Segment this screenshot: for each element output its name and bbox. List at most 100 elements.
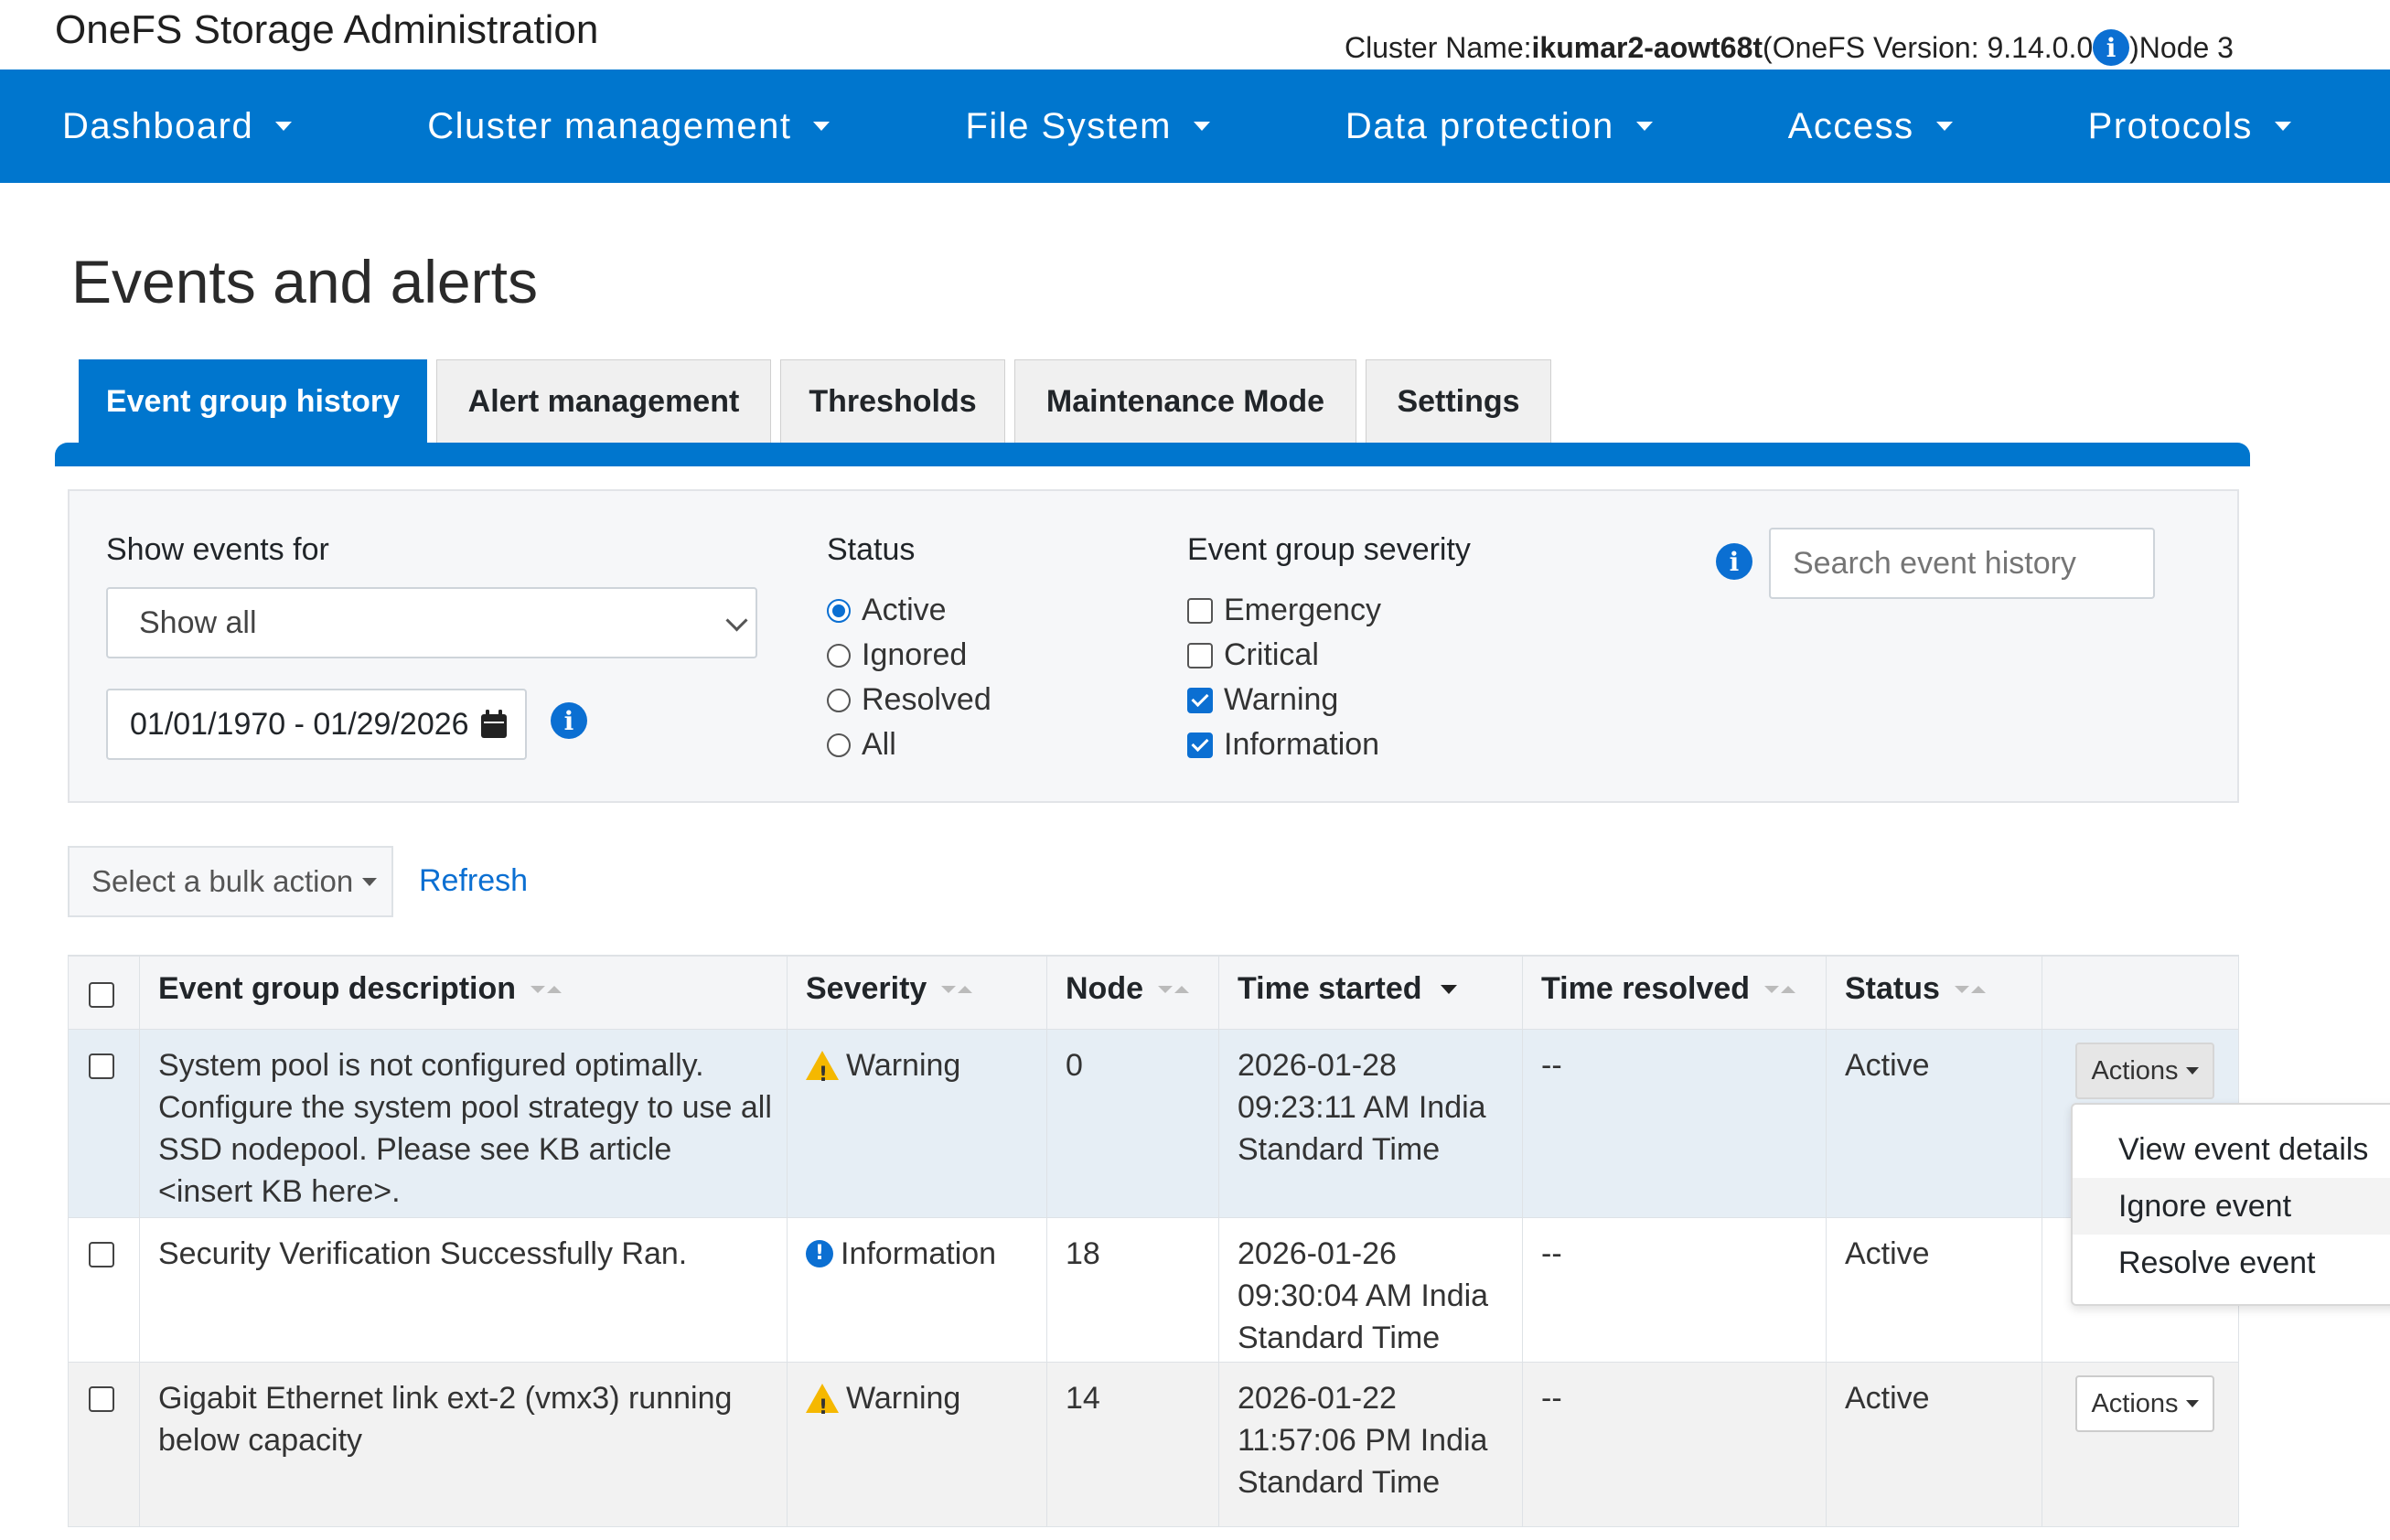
col-time-started[interactable]: Time started — [1238, 971, 1457, 1007]
option-label: All — [862, 727, 896, 762]
col-time-resolved[interactable]: Time resolved — [1541, 971, 1796, 1007]
status-cell: Active — [1845, 1236, 1930, 1271]
severity-critical-option[interactable]: Critical — [1187, 633, 1381, 678]
caret-down-icon — [813, 122, 831, 131]
col-status[interactable]: Status — [1845, 971, 1986, 1007]
nav-protocols[interactable]: Protocols — [2088, 106, 2291, 147]
radio-button[interactable] — [827, 598, 851, 623]
actions-label: Actions — [2091, 1388, 2179, 1418]
status-resolved-option[interactable]: Resolved — [827, 678, 991, 722]
row-checkbox[interactable] — [89, 1386, 114, 1412]
column-label: Time resolved — [1541, 971, 1751, 1006]
severity-cell: Warning — [806, 1377, 1032, 1429]
menu-view-event-details[interactable]: View event details — [2073, 1121, 2390, 1178]
severity-cell: ! Information — [806, 1233, 1032, 1275]
table-row[interactable]: Security Verification Successfully Ran. … — [68, 1218, 2239, 1363]
bulk-action-label: Select a bulk action — [91, 864, 354, 898]
row-checkbox[interactable] — [89, 1242, 114, 1267]
checkbox[interactable] — [1187, 732, 1213, 758]
option-label: Warning — [1224, 682, 1339, 717]
nav-label: Data protection — [1345, 105, 1614, 146]
status-all-option[interactable]: All — [827, 722, 991, 767]
date-range-input[interactable]: 01/01/1970 - 01/29/2026 — [106, 689, 527, 760]
nav-file-system[interactable]: File System — [965, 106, 1210, 147]
actions-label: Actions — [2091, 1055, 2179, 1085]
menu-resolve-event[interactable]: Resolve event — [2073, 1235, 2390, 1291]
cluster-info: Cluster Name: ikumar2-aowt68t (OneFS Ver… — [1345, 29, 2234, 66]
checkbox[interactable] — [1187, 597, 1213, 624]
node-cell: 18 — [1066, 1236, 1100, 1271]
checkbox[interactable] — [1187, 687, 1213, 713]
nav-dashboard[interactable]: Dashboard — [62, 105, 293, 147]
col-description[interactable]: Event group description — [158, 971, 563, 1007]
menu-ignore-event[interactable]: Ignore event — [2073, 1178, 2390, 1235]
sort-icon — [531, 985, 563, 993]
option-label: Emergency — [1224, 593, 1381, 627]
time-resolved-cell: -- — [1541, 1381, 1562, 1416]
sort-icon — [1954, 985, 1986, 993]
severity-text: Warning — [846, 1381, 961, 1416]
option-label: Resolved — [862, 682, 991, 717]
severity-emergency-option[interactable]: Emergency — [1187, 588, 1381, 633]
nav-cluster-management[interactable]: Cluster management — [427, 106, 831, 147]
option-label: Ignored — [862, 637, 968, 672]
actions-dropdown-menu: View event details Ignore event Resolve … — [2071, 1103, 2390, 1306]
col-severity[interactable]: Severity — [806, 971, 973, 1007]
tab-settings[interactable]: Settings — [1366, 359, 1551, 444]
show-events-select[interactable]: Show all — [106, 587, 757, 658]
column-label: Status — [1845, 971, 1940, 1006]
actions-button[interactable]: Actions — [2075, 1375, 2214, 1432]
event-history-table: Event group description Severity Node Ti… — [68, 955, 2239, 1540]
sort-icon — [1764, 985, 1796, 993]
date-info-icon[interactable]: i — [551, 702, 587, 739]
warning-icon — [806, 1384, 839, 1429]
caret-down-icon — [1193, 122, 1210, 131]
table-row[interactable]: Gigabit Ethernet link ext-2 (vmx3) runni… — [68, 1363, 2239, 1527]
caret-down-icon — [275, 122, 293, 131]
status-active-option[interactable]: Active — [827, 588, 991, 633]
show-events-label: Show events for — [106, 532, 329, 567]
radio-button[interactable] — [827, 688, 851, 712]
col-node[interactable]: Node — [1066, 971, 1189, 1007]
event-description: Security Verification Successfully Ran. — [158, 1236, 688, 1271]
node-cell: 0 — [1066, 1048, 1083, 1083]
refresh-link[interactable]: Refresh — [419, 863, 528, 899]
column-label: Event group description — [158, 971, 517, 1006]
nav-data-protection[interactable]: Data protection — [1345, 106, 1653, 147]
tab-maintenance-mode[interactable]: Maintenance Mode — [1014, 359, 1356, 444]
row-checkbox[interactable] — [89, 1053, 114, 1079]
severity-options: Emergency Critical Warning Information — [1187, 588, 1381, 767]
nav-label: Dashboard — [62, 105, 254, 146]
main-navbar: Dashboard Cluster management File System… — [0, 70, 2390, 183]
tab-thresholds[interactable]: Thresholds — [780, 359, 1005, 444]
tab-event-group-history[interactable]: Event group history — [79, 359, 427, 444]
sort-icon — [941, 985, 973, 993]
search-info-icon[interactable]: i — [1716, 543, 1752, 580]
bulk-action-dropdown[interactable]: Select a bulk action — [68, 846, 393, 917]
chevron-down-icon — [725, 609, 748, 632]
version-text: (OneFS Version: 9.14.0.0 — [1763, 30, 2094, 64]
version-info-icon[interactable]: i — [2093, 29, 2130, 66]
information-icon: ! — [806, 1240, 833, 1267]
actions-button[interactable]: Actions — [2075, 1043, 2214, 1099]
checkbox[interactable] — [1187, 642, 1213, 668]
status-ignored-option[interactable]: Ignored — [827, 633, 991, 678]
caret-down-icon — [362, 877, 378, 886]
column-label: Time started — [1238, 971, 1422, 1006]
status-options: Active Ignored Resolved All — [827, 588, 991, 767]
nav-label: Access — [1787, 105, 1914, 146]
node-cell: 14 — [1066, 1381, 1100, 1416]
caret-down-icon — [2185, 1067, 2199, 1075]
radio-button[interactable] — [827, 733, 851, 757]
tab-alert-management[interactable]: Alert management — [436, 359, 771, 444]
app-title: OneFS Storage Administration — [55, 7, 599, 52]
severity-warning-option[interactable]: Warning — [1187, 678, 1381, 722]
status-cell: Active — [1845, 1048, 1930, 1083]
search-event-history-input[interactable] — [1769, 528, 2155, 599]
calendar-icon[interactable] — [479, 709, 509, 740]
nav-access[interactable]: Access — [1788, 106, 1953, 147]
table-row[interactable]: System pool is not configured optimally.… — [68, 1030, 2239, 1218]
severity-information-option[interactable]: Information — [1187, 722, 1381, 767]
select-all-checkbox[interactable] — [89, 982, 114, 1008]
radio-button[interactable] — [827, 643, 851, 668]
